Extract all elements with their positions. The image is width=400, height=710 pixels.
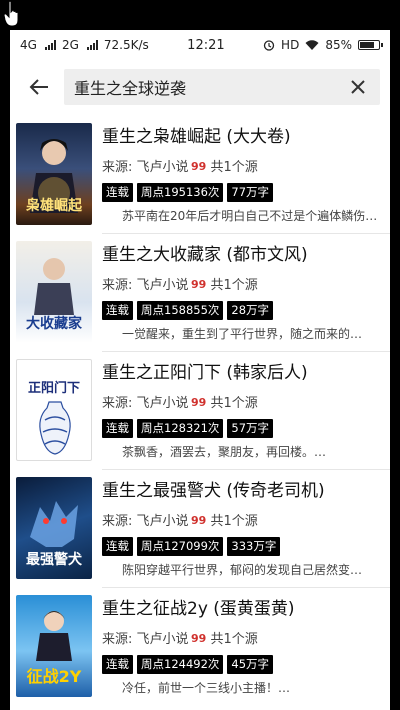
book-title: 重生之大收藏家 (都市文风) [102,245,308,265]
book-cover-title: 大收藏家 [26,316,82,332]
svg-text:99: 99 [191,278,206,290]
book-description: 冷任，前世一个三线小主播！… [122,681,291,695]
book-cover-image: 征战2Y [16,595,92,697]
book-source: 来源: 飞卢小说 99 共1个源 [102,274,390,293]
hd-label: HD [281,38,300,52]
book-description: 一觉醒来，重生到了平行世界，随之而来的… [122,327,363,341]
svg-text:99: 99 [191,632,206,644]
book-result-item[interactable]: 最强警犬 重生之最强警犬 (传奇老司机) 来源: 飞卢小说 99 共1个源 连载… [10,470,390,588]
book-source: 来源: 飞卢小说 99 共1个源 [102,392,390,411]
source-count: 共1个源 [210,160,258,175]
source-label: 来源: 飞卢小说 [102,514,189,529]
source-logo-icon: 99 [191,632,206,644]
network-2g-label: 2G [61,38,79,52]
book-cover-title: 征战2Y [26,667,82,686]
book-title: 重生之枭雄崛起 (大大卷) [102,127,291,147]
book-cover-title: 最强警犬 [26,552,82,568]
weekly-clicks-badge: 周点124492次 [137,655,224,674]
word-count-badge: 28万字 [227,301,274,320]
book-cover-image: 最强警犬 [16,477,92,579]
weekly-clicks-badge: 周点158855次 [137,301,224,320]
battery-icon [357,40,383,50]
svg-text:99: 99 [191,514,206,526]
word-count-badge: 45万字 [227,655,274,674]
book-cover-image: 大收藏家 [16,241,92,343]
source-label: 来源: 飞卢小说 [102,278,189,293]
book-source: 来源: 飞卢小说 99 共1个源 [102,510,390,529]
book-result-item[interactable]: 大收藏家 重生之大收藏家 (都市文风) 来源: 飞卢小说 99 共1个源 连载 … [10,234,390,352]
source-label: 来源: 飞卢小说 [102,396,189,411]
search-input[interactable]: 重生之全球逆袭 [64,69,380,105]
book-cover-image: 正阳门下 [16,359,92,461]
book-title: 重生之征战2y (蛋黄蛋黄) [102,599,295,619]
signal-icon [44,40,56,50]
status-badge: 连载 [102,537,133,556]
svg-text:99: 99 [191,396,206,408]
book-cover-title: 枭雄崛起 [26,198,82,214]
search-bar: 重生之全球逆袭 [10,60,390,114]
book-result-item[interactable]: 枭雄崛起 重生之枭雄崛起 (大大卷) 来源: 飞卢小说 99 共1个源 连载 周… [10,116,390,234]
source-logo-icon: 99 [191,514,206,526]
network-4g-label: 4G [20,38,37,52]
hand-cursor-icon [3,0,19,27]
book-cover-title: 正阳门下 [27,381,80,396]
book-tags: 连载 周点195136次 77万字 [102,183,390,202]
book-title: 重生之最强警犬 (传奇老司机) [102,481,325,501]
network-speed: 72.5K/s [103,38,149,52]
book-result-list: 枭雄崛起 重生之枭雄崛起 (大大卷) 来源: 飞卢小说 99 共1个源 连载 周… [10,116,390,706]
book-description: 茶飘香，酒罢去，聚朋友，再回楼。… [122,445,327,459]
book-source: 来源: 飞卢小说 99 共1个源 [102,628,390,647]
clock: 12:21 [187,37,225,53]
svg-text:99: 99 [191,160,206,172]
source-logo-icon: 99 [191,160,206,172]
book-tags: 连载 周点128321次 57万字 [102,419,390,438]
weekly-clicks-badge: 周点195136次 [137,183,224,202]
status-bar: 4G 2G 72.5K/s 12:21 HD 85% [10,30,390,60]
source-count: 共1个源 [210,632,258,647]
book-tags: 连载 周点127099次 333万字 [102,537,390,556]
clear-search-button[interactable] [346,75,370,99]
back-button[interactable] [24,72,54,102]
arrow-left-icon [29,79,48,95]
source-count: 共1个源 [210,278,258,293]
word-count-badge: 57万字 [227,419,274,438]
source-logo-icon: 99 [191,396,206,408]
book-cover-image: 枭雄崛起 [16,123,92,225]
book-tags: 连载 周点158855次 28万字 [102,301,390,320]
source-label: 来源: 飞卢小说 [102,160,189,175]
status-badge: 连载 [102,183,133,202]
battery-percent: 85% [325,38,352,52]
signal-icon [86,40,98,50]
book-description: 陈阳穿越平行世界，郁闷的发现自己居然变… [122,563,363,577]
wifi-icon [305,39,319,50]
book-title: 重生之正阳门下 (韩家后人) [102,363,308,383]
status-badge: 连载 [102,419,133,438]
source-label: 来源: 飞卢小说 [102,632,189,647]
word-count-badge: 333万字 [227,537,281,556]
alarm-icon [263,40,275,51]
status-badge: 连载 [102,655,133,674]
search-query-text: 重生之全球逆袭 [74,79,187,98]
weekly-clicks-badge: 周点128321次 [137,419,224,438]
book-tags: 连载 周点124492次 45万字 [102,655,390,674]
source-logo-icon: 99 [191,278,206,290]
phone-screen: 4G 2G 72.5K/s 12:21 HD 85% 重生之全球逆袭 枭雄崛起 … [10,30,390,710]
book-source: 来源: 飞卢小说 99 共1个源 [102,156,390,175]
book-description: 苏平南在20年后才明白自己不过是个遍体鳞伤… [122,209,378,223]
source-count: 共1个源 [210,396,258,411]
weekly-clicks-badge: 周点127099次 [137,537,224,556]
close-icon [351,80,365,94]
source-count: 共1个源 [210,514,258,529]
status-badge: 连载 [102,301,133,320]
word-count-badge: 77万字 [227,183,274,202]
book-result-item[interactable]: 征战2Y 重生之征战2y (蛋黄蛋黄) 来源: 飞卢小说 99 共1个源 连载 … [10,588,390,706]
book-result-item[interactable]: 正阳门下 重生之正阳门下 (韩家后人) 来源: 飞卢小说 99 共1个源 连载 … [10,352,390,470]
